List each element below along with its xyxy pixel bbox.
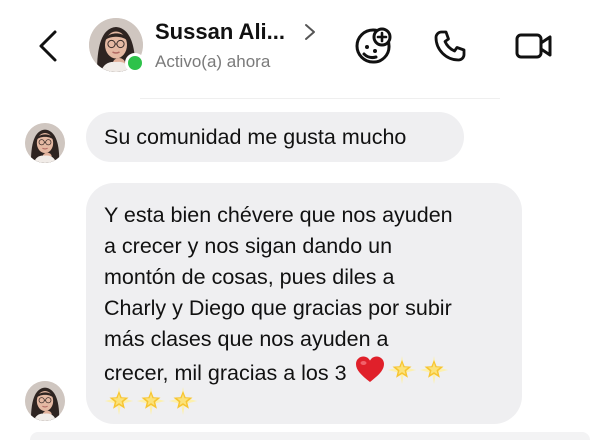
video-camera-icon — [515, 33, 552, 59]
glowing-star-emoji — [136, 386, 166, 416]
sender-avatar[interactable] — [25, 123, 65, 163]
sender-avatar[interactable] — [25, 381, 65, 421]
glowing-star-emoji — [419, 355, 449, 385]
contact-avatar[interactable] — [89, 18, 145, 73]
message-text-line: a crecer y nos sigan dando un — [104, 234, 393, 258]
header-divider — [140, 98, 500, 99]
sticker-button[interactable] — [351, 24, 395, 68]
glowing-star-emoji — [168, 386, 198, 416]
sticker-add-icon — [355, 27, 392, 64]
glowing-star-emoji — [387, 355, 417, 385]
chevron-right-icon[interactable] — [303, 23, 317, 41]
online-indicator — [125, 53, 145, 73]
message-text-line: más clases que nos ayuden a — [104, 327, 389, 351]
message-last-line: crecer, mil gracias a los 3 — [104, 355, 504, 386]
message-bubble[interactable]: Y esta bien chévere que nos ayuden a cre… — [86, 183, 522, 424]
message-text-line: Y esta bien chévere que nos ayuden — [104, 203, 453, 227]
back-arrow-icon — [39, 30, 57, 62]
message-text-line: Charly y Diego que gracias por subir — [104, 296, 452, 320]
chat-header: Sussan Ali... Activo(a) ahora — [0, 0, 590, 98]
red-heart-emoji — [355, 355, 385, 385]
message-text: Su comunidad me gusta mucho — [104, 125, 407, 149]
chat-screen: Sussan Ali... Activo(a) ahora Su comunid… — [0, 0, 590, 440]
message-emoji-line — [104, 386, 504, 417]
message-bubble[interactable]: Su comunidad me gusta mucho — [86, 112, 464, 162]
phone-icon — [434, 30, 466, 62]
video-call-button[interactable] — [512, 24, 556, 68]
message-text-line: montón de cosas, pues diles a — [104, 265, 395, 289]
message-text-line: crecer, mil gracias a los 3 — [104, 361, 347, 385]
call-button[interactable] — [428, 24, 472, 68]
contact-name[interactable]: Sussan Ali... — [155, 19, 285, 45]
active-status: Activo(a) ahora — [155, 52, 271, 71]
glowing-star-emoji — [104, 386, 134, 416]
back-button[interactable] — [28, 24, 68, 68]
next-message-edge — [30, 432, 590, 440]
